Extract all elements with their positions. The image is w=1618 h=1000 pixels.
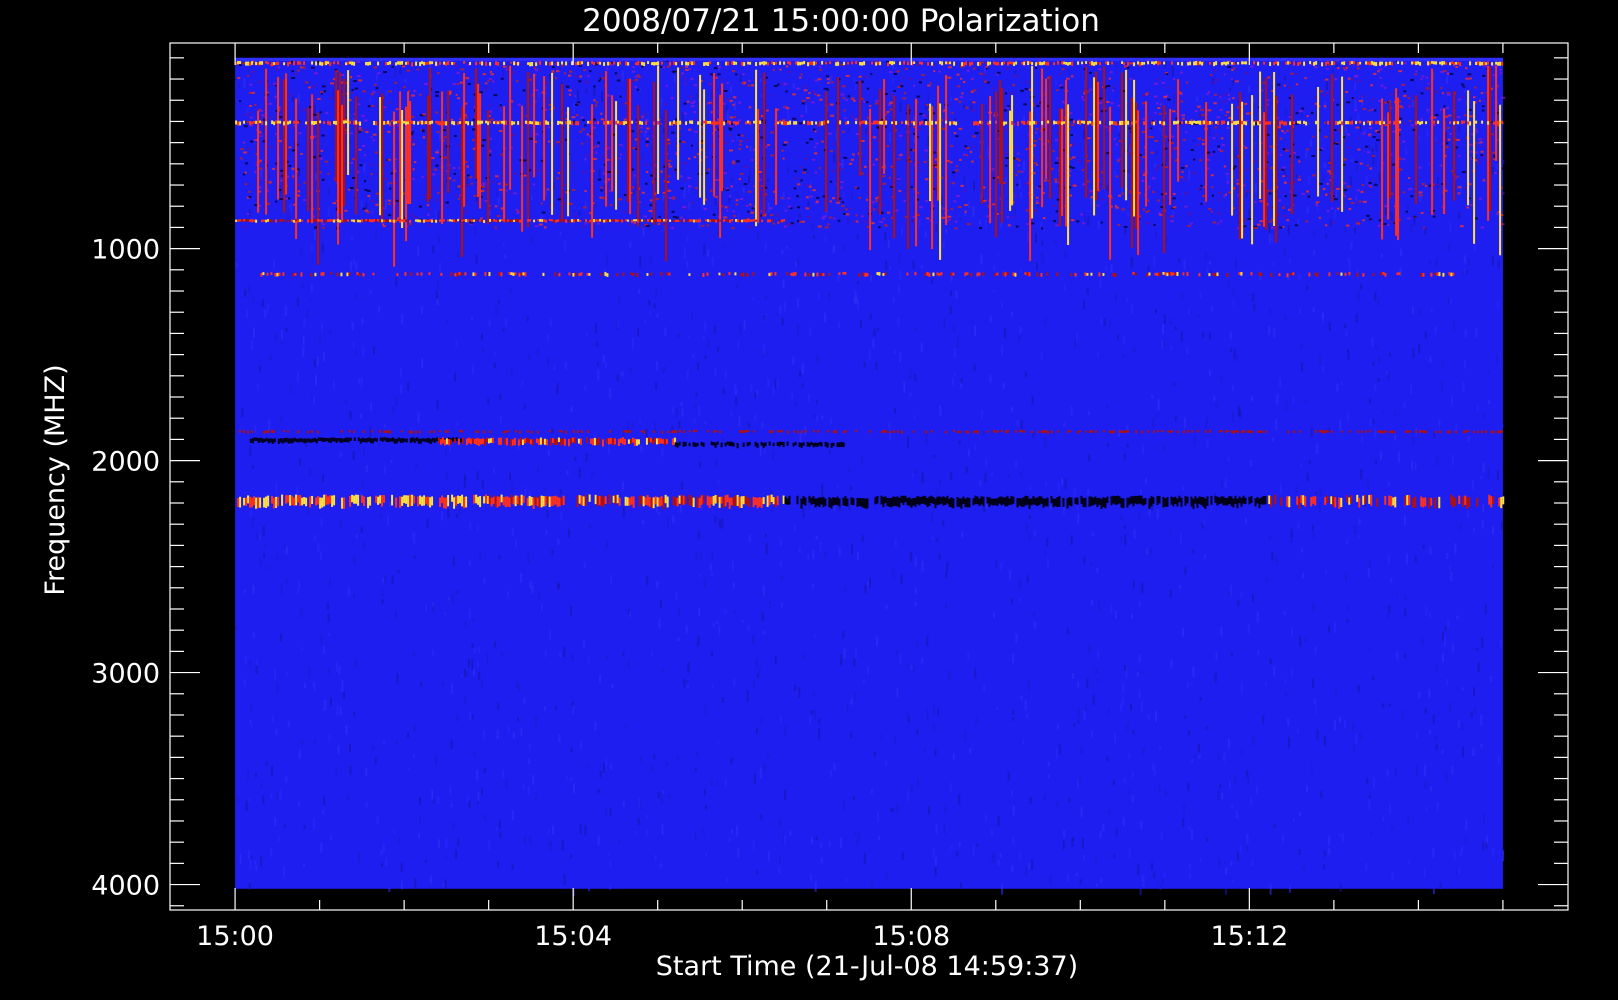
y-tick-label: 4000	[91, 871, 160, 902]
x-tick-label: 15:08	[872, 921, 950, 952]
chart-title: 2008/07/21 15:00:00 Polarization	[582, 3, 1100, 39]
spectrogram-heatmap	[235, 57, 1506, 897]
y-tick-label: 1000	[91, 235, 160, 266]
spectrogram-chart: 2008/07/21 15:00:00 Polarization 15:00 15…	[0, 0, 1618, 1000]
x-tick-label: 15:04	[534, 921, 612, 952]
x-tick-label: 15:00	[196, 921, 274, 952]
y-axis-label: Frequency (MHZ)	[40, 364, 71, 595]
x-tick-label: 15:12	[1210, 921, 1288, 952]
heatmap-background	[235, 57, 1503, 889]
y-tick-label: 3000	[91, 659, 160, 690]
y-tick-label: 2000	[91, 447, 160, 478]
heatmap-top-strip	[235, 57, 1503, 61]
x-axis-label: Start Time (21-Jul-08 14:59:37)	[656, 951, 1078, 982]
